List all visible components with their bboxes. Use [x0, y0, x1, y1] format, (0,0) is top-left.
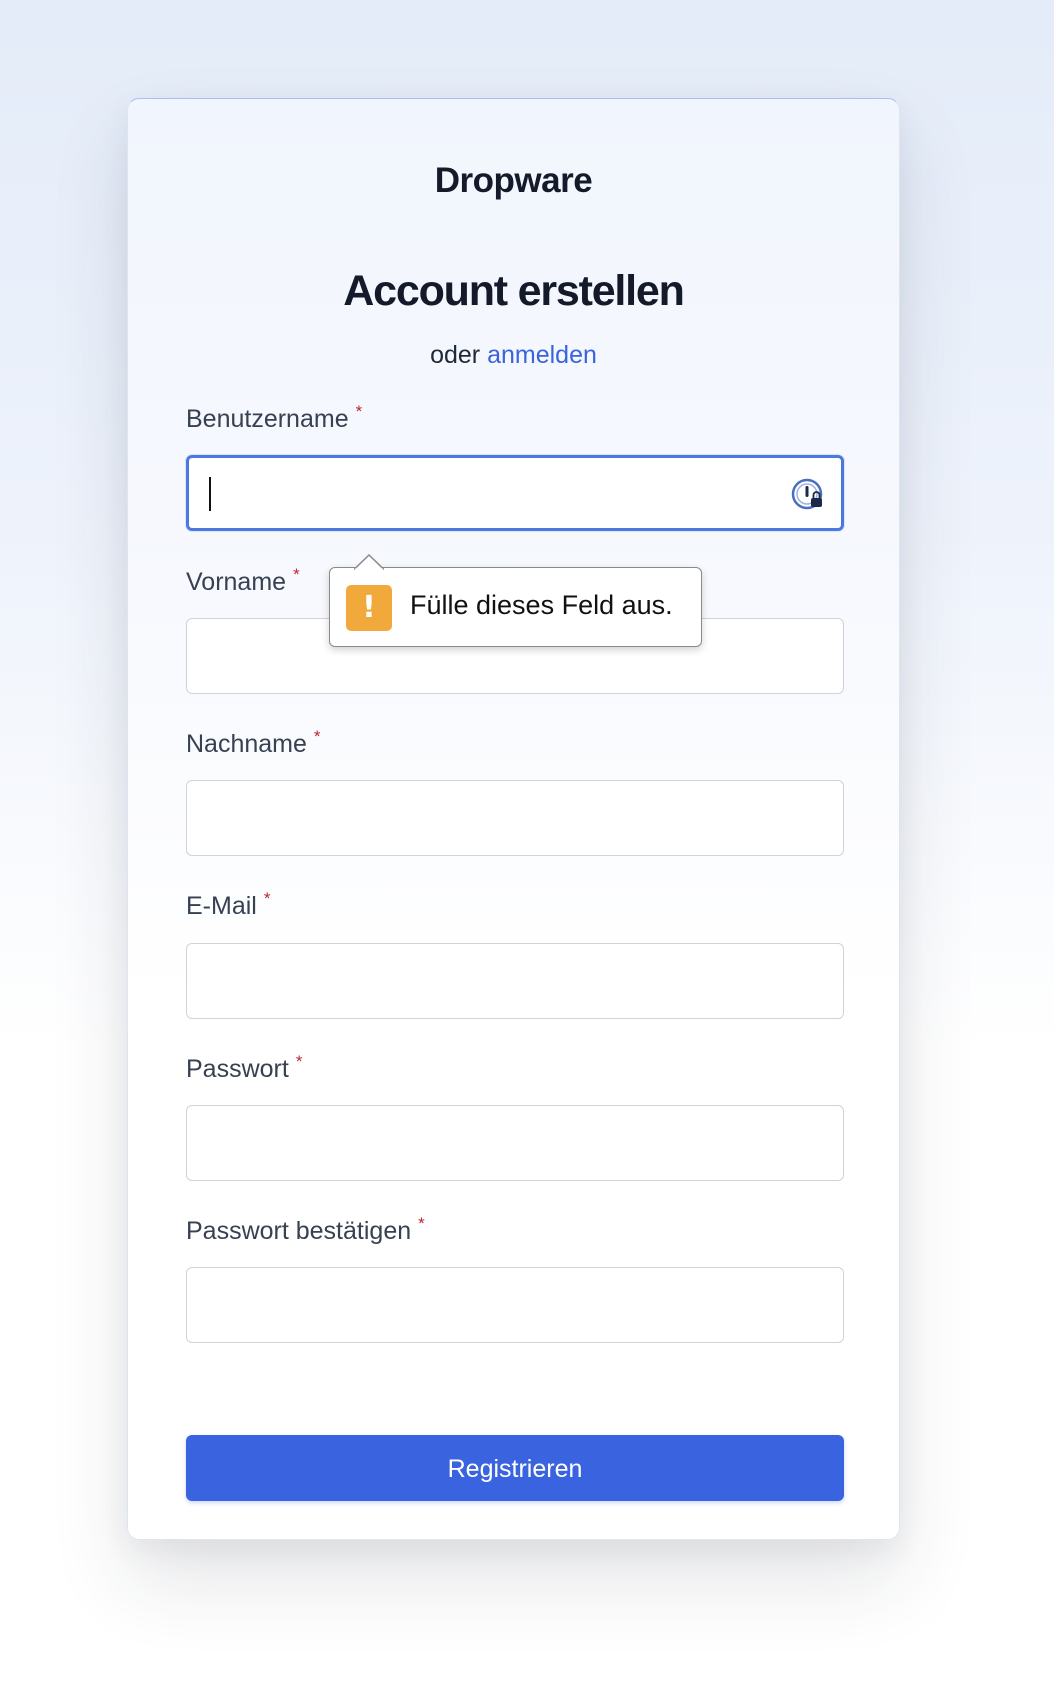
validation-tooltip: ! Fülle dieses Feld aus. — [329, 554, 702, 647]
text-caret — [209, 477, 211, 511]
register-button[interactable]: Registrieren — [186, 1435, 844, 1501]
firstname-label: Vorname * — [186, 565, 300, 597]
lastname-label-text: Nachname — [186, 730, 307, 758]
login-link[interactable]: anmelden — [487, 341, 597, 369]
subtitle: oder anmelden — [128, 341, 899, 370]
email-label: E-Mail * — [186, 889, 271, 921]
username-label-text: Benutzername — [186, 405, 349, 433]
password-manager-icon[interactable] — [791, 478, 825, 512]
lastname-input[interactable] — [186, 780, 844, 856]
required-marker: * — [295, 1052, 303, 1071]
required-marker: * — [313, 727, 321, 746]
username-label: Benutzername * — [186, 402, 363, 434]
password-input[interactable] — [186, 1105, 844, 1181]
firstname-label-text: Vorname — [186, 568, 287, 596]
lastname-label: Nachname * — [186, 727, 321, 759]
password-confirm-input[interactable] — [186, 1267, 844, 1343]
password-confirm-label: Passwort bestätigen * — [186, 1214, 425, 1246]
required-marker: * — [355, 402, 363, 421]
brand-logo: Dropware — [434, 161, 593, 200]
password-label: Passwort * — [186, 1052, 303, 1084]
page-title: Account erstellen — [343, 267, 685, 315]
email-label-text: E-Mail — [186, 892, 257, 920]
signup-card: Dropware Account erstellen oder anmelden… — [127, 98, 900, 1540]
required-marker: * — [263, 889, 271, 908]
required-marker: * — [418, 1214, 425, 1233]
required-marker: * — [293, 565, 300, 584]
warning-icon: ! — [346, 585, 392, 631]
password-label-text: Passwort — [186, 1055, 289, 1083]
password-confirm-label-text: Passwort bestätigen — [186, 1217, 412, 1245]
username-input[interactable] — [186, 455, 844, 531]
email-input[interactable] — [186, 943, 844, 1019]
subtitle-prefix: oder — [430, 341, 481, 369]
tooltip-message: Fülle dieses Feld aus. — [410, 590, 673, 620]
